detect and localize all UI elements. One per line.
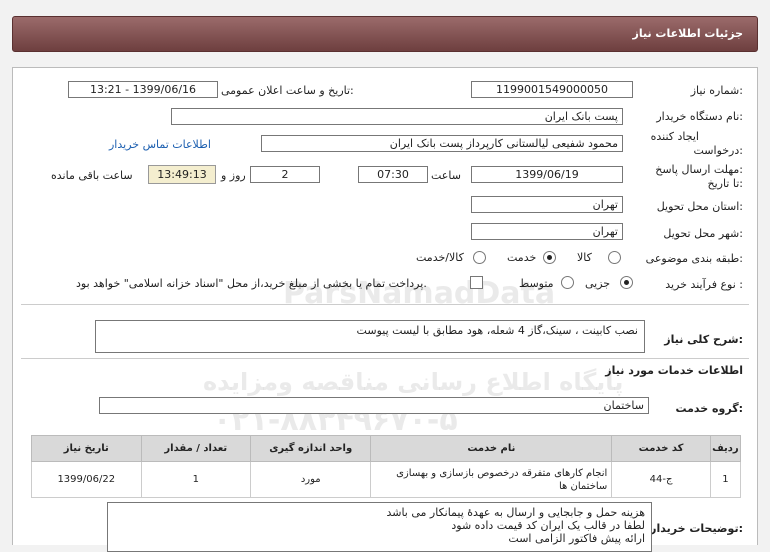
- category-radio-service[interactable]: [543, 251, 556, 264]
- remaining-time-label: ساعت باقی مانده: [51, 169, 133, 182]
- category-option-service: خدمت: [507, 251, 537, 264]
- days-remaining-field[interactable]: 2: [250, 166, 320, 183]
- row-qty-cell: 1: [140, 461, 252, 498]
- row-unit-cell: مورد: [250, 461, 372, 498]
- deadline-label-line1: مهلت ارسال پاسخ:: [655, 163, 743, 176]
- deadline-time-field[interactable]: 07:30: [358, 166, 428, 183]
- services-table: ردیف کد خدمت نام خدمت واحد اندازه گیری ت…: [31, 435, 742, 498]
- watermark-portal-name: پایگاه اطلاع رسانی مناقصه ومزایده: [203, 368, 624, 396]
- remaining-time-field: 13:49:13: [148, 165, 216, 184]
- requester-label-line2: درخواست:: [693, 144, 744, 157]
- row-date-cell: 1399/06/22: [31, 461, 142, 498]
- column-header-code: کد خدمت: [611, 435, 711, 462]
- need-summary-field: نصب کابینت ، سینک،گاز 4 شعله، هود مطابق …: [95, 320, 645, 353]
- category-option-goods: کالا: [577, 251, 592, 264]
- category-radio-goods-service[interactable]: [473, 251, 486, 264]
- process-radio-minor[interactable]: [620, 276, 633, 289]
- province-field[interactable]: تهران: [471, 196, 623, 213]
- service-group-field[interactable]: ساختمان: [99, 397, 649, 414]
- buyer-note-line: لطفا در قالب یک ایران کد قیمت داده شود: [451, 519, 645, 532]
- buyer-org-field[interactable]: پست بانک ایران: [171, 108, 623, 125]
- divider: [21, 304, 749, 305]
- deadline-time-label: ساعت: [431, 169, 461, 182]
- page-header: جزئیات اطلاعات نیاز: [12, 16, 758, 52]
- days-label: روز و: [221, 169, 246, 182]
- column-header-date: تاریخ نیاز: [31, 435, 142, 462]
- category-label: طبقه بندی موضوعی:: [645, 252, 743, 265]
- treasury-payment-note: پرداخت تمام یا بخشی از مبلغ خرید،از محل …: [76, 277, 427, 290]
- table-row[interactable]: 1 ج-44 انجام کارهای متفرقه درخصوص بازساز…: [31, 461, 742, 498]
- process-option-minor: جزیی: [585, 277, 611, 290]
- buyer-notes-label: توضیحات خریدار:: [650, 522, 743, 535]
- process-type-label: نوع فرآیند خرید :: [665, 278, 743, 291]
- category-option-goods-service: کالا/خدمت: [416, 251, 464, 264]
- row-code-cell: ج-44: [611, 461, 711, 498]
- column-header-qty: تعداد / مقدار: [140, 435, 252, 462]
- need-number-field[interactable]: 1199001549000050: [471, 81, 633, 98]
- page-title: جزئیات اطلاعات نیاز: [632, 27, 744, 40]
- column-header-name: نام خدمت: [370, 435, 613, 462]
- deadline-date-field[interactable]: 1399/06/19: [471, 166, 623, 183]
- requester-field[interactable]: محمود شفیعی لیالستانی کارپرداز پست بانک …: [261, 135, 623, 152]
- details-panel: ParsNamadData مرکز فراوری اطلاعات پارس ن…: [12, 67, 758, 552]
- buyer-org-label: نام دستگاه خریدار:: [656, 110, 743, 123]
- column-header-index: ردیف: [709, 435, 742, 462]
- process-radio-medium[interactable]: [561, 276, 574, 289]
- deadline-label-line2: تا تاریخ:: [707, 177, 743, 190]
- service-group-label: گروه خدمت:: [675, 402, 743, 415]
- announce-date-label: تاریخ و ساعت اعلان عمومی:: [221, 84, 354, 97]
- buyer-contact-link[interactable]: اطلاعات تماس خریدار: [109, 138, 211, 151]
- province-label: استان محل تحویل:: [656, 200, 743, 213]
- buyer-note-line: ارائه پیش فاکتور الزامی است: [508, 532, 645, 545]
- process-option-medium: متوسط: [519, 277, 554, 290]
- table-header-row: ردیف کد خدمت نام خدمت واحد اندازه گیری ت…: [31, 435, 742, 462]
- treasury-payment-checkbox[interactable]: [470, 276, 483, 289]
- column-header-unit: واحد اندازه گیری: [250, 435, 372, 462]
- city-label: شهر محل تحویل:: [663, 227, 743, 240]
- divider: [21, 358, 749, 359]
- row-name-cell: انجام کارهای متفرقه درخصوص بازسازی و بهس…: [370, 461, 613, 498]
- need-summary-label: شرح کلی نیاز:: [664, 333, 743, 346]
- buyer-note-line: هزینه حمل و جابجایی و ارسال به عهدهٔ پیم…: [386, 506, 645, 519]
- need-number-label: شماره نیاز:: [690, 84, 743, 97]
- announce-date-field[interactable]: 1399/06/16 - 13:21: [68, 81, 218, 98]
- row-index-cell: 1: [709, 461, 742, 498]
- services-section-title: اطلاعات خدمات مورد نیاز: [605, 364, 743, 377]
- category-radio-goods[interactable]: [608, 251, 621, 264]
- requester-label-line1: ایجاد کننده: [650, 130, 699, 143]
- city-field[interactable]: تهران: [471, 223, 623, 240]
